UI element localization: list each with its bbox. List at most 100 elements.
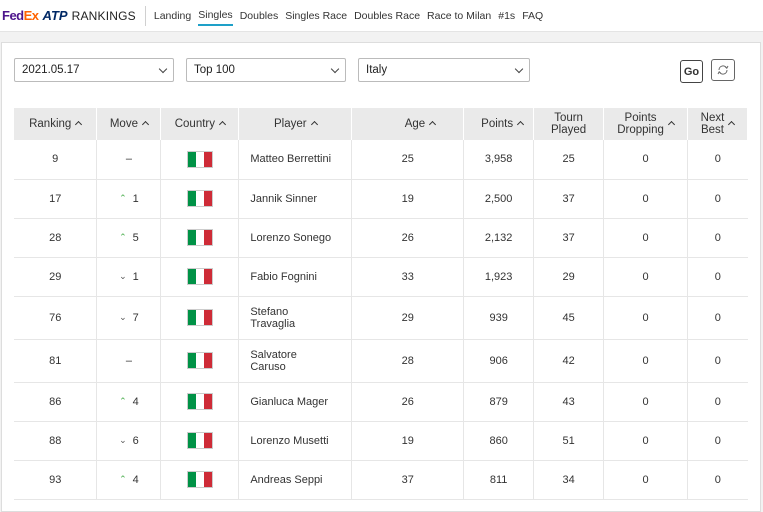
next-best-cell: 0 <box>687 218 748 258</box>
player-name[interactable]: Fabio Fognini <box>250 271 317 283</box>
column-header-next-best[interactable]: Next Best <box>687 108 748 140</box>
table-row[interactable]: 93 ⌃ 4 Andreas Seppi 37 811 34 0 0 <box>14 460 748 500</box>
move-cell: ⌄ 1 <box>96 257 162 297</box>
table-row[interactable]: 81– Salvatore Caruso 28 906 42 0 0 <box>14 339 748 383</box>
tourn-played-cell[interactable]: 42 <box>533 339 605 383</box>
italy-flag-icon[interactable] <box>186 393 213 410</box>
tourn-played-cell[interactable]: 37 <box>533 218 605 258</box>
italy-flag-icon[interactable] <box>186 309 213 326</box>
sort-up-icon <box>429 120 437 129</box>
logo-ex-text: Ex <box>23 8 39 23</box>
country-select[interactable]: Italy <box>358 58 530 82</box>
column-header-tourn-played[interactable]: Tourn Played <box>533 108 605 140</box>
date-select[interactable]: 2021.05.17 <box>14 58 174 82</box>
nav-link-doubles[interactable]: Doubles <box>240 7 279 25</box>
points-dropping-cell: 0 <box>603 382 689 422</box>
player-cell[interactable]: Andreas Seppi <box>238 460 353 500</box>
points-cell[interactable]: 879 <box>463 382 535 422</box>
tourn-played-cell[interactable]: 25 <box>533 140 605 180</box>
italy-flag-icon[interactable] <box>186 471 213 488</box>
points-cell[interactable]: 3,958 <box>463 140 535 180</box>
nav-link-doubles-race[interactable]: Doubles Race <box>354 7 420 25</box>
player-name-line-2[interactable]: Caruso <box>250 361 285 373</box>
column-header-age[interactable]: Age <box>351 108 465 140</box>
player-name[interactable]: Andreas Seppi <box>250 474 322 486</box>
nav-link-landing[interactable]: Landing <box>154 7 191 25</box>
tourn-played-cell[interactable]: 45 <box>533 296 605 340</box>
player-cell[interactable]: Stefano Travaglia <box>238 296 353 340</box>
table-row[interactable]: 76 ⌄ 7 Stefano Travaglia 29 939 45 0 0 <box>14 296 748 340</box>
italy-flag-icon[interactable] <box>186 150 213 168</box>
table-row[interactable]: 17 ⌃ 1 Jannik Sinner 19 2,500 37 0 0 <box>14 179 748 219</box>
nav-link-faq[interactable]: FAQ <box>522 7 543 25</box>
italy-flag-icon[interactable] <box>186 190 213 207</box>
move-cell: ⌄ 7 <box>96 296 162 340</box>
column-header-points-dropping[interactable]: Points Dropping <box>603 108 689 140</box>
tourn-played-cell[interactable]: 34 <box>533 460 605 500</box>
points-cell[interactable]: 1,923 <box>463 257 535 297</box>
italy-flag-icon[interactable] <box>186 268 213 285</box>
next-best-cell: 0 <box>687 296 748 340</box>
player-cell[interactable]: Gianluca Mager <box>238 382 353 422</box>
points-cell[interactable]: 860 <box>463 421 535 461</box>
chevron-down-icon <box>330 64 340 73</box>
move-up-icon: ⌃ <box>119 193 127 204</box>
points-cell[interactable]: 2,132 <box>463 218 535 258</box>
column-header-move[interactable]: Move <box>96 108 162 140</box>
table-row[interactable]: 88 ⌄ 6 Lorenzo Musetti 19 860 51 0 0 <box>14 421 748 461</box>
header-label: Move <box>109 118 138 130</box>
player-name[interactable]: Lorenzo Sonego <box>250 232 331 244</box>
player-name[interactable]: Salvatore <box>250 349 296 361</box>
move-value: – <box>125 153 132 166</box>
tourn-played-cell[interactable]: 43 <box>533 382 605 422</box>
go-button[interactable]: Go <box>680 60 703 83</box>
rank-cell: 76 <box>14 296 98 340</box>
tourn-played-cell[interactable]: 37 <box>533 179 605 219</box>
chevron-down-icon <box>158 64 168 73</box>
column-header-points[interactable]: Points <box>463 108 535 140</box>
reset-button[interactable] <box>711 59 735 81</box>
points-cell[interactable]: 906 <box>463 339 535 383</box>
header-label: Points <box>481 118 514 130</box>
italy-flag-icon[interactable] <box>186 229 213 246</box>
logo-rankings-text: RANKINGS <box>71 8 136 23</box>
table-row[interactable]: 28 ⌃ 5 Lorenzo Sonego 26 2,132 37 0 0 <box>14 218 748 258</box>
table-row[interactable]: 9– Matteo Berrettini 25 3,958 25 0 0 <box>14 140 748 180</box>
column-header-player[interactable]: Player <box>238 108 353 140</box>
italy-flag-icon[interactable] <box>186 352 213 369</box>
player-name[interactable]: Lorenzo Musetti <box>250 435 328 447</box>
points-cell[interactable]: 2,500 <box>463 179 535 219</box>
column-header-country[interactable]: Country <box>160 108 240 140</box>
player-cell[interactable]: Lorenzo Musetti <box>238 421 353 461</box>
nav-link-race-to-milan[interactable]: Race to Milan <box>427 7 491 25</box>
tourn-played-cell[interactable]: 51 <box>533 421 605 461</box>
move-value: 4 <box>132 395 139 408</box>
player-name-line-2[interactable]: Travaglia <box>250 318 295 330</box>
nav-link-singles-race[interactable]: Singles Race <box>285 7 347 25</box>
table-row[interactable]: 86 ⌃ 4 Gianluca Mager 26 879 43 0 0 <box>14 382 748 422</box>
move-value: 1 <box>132 270 139 283</box>
player-cell[interactable]: Salvatore Caruso <box>238 339 353 383</box>
points-cell[interactable]: 939 <box>463 296 535 340</box>
nav-link-number-ones[interactable]: #1s <box>498 7 515 25</box>
range-select[interactable]: Top 100 <box>186 58 346 82</box>
column-header-ranking[interactable]: Ranking <box>14 108 98 140</box>
fedex-atp-rankings-logo[interactable]: Fed Ex ATP RANKINGS <box>2 0 136 32</box>
player-name[interactable]: Jannik Sinner <box>250 193 317 205</box>
points-cell[interactable]: 811 <box>463 460 535 500</box>
player-name[interactable]: Gianluca Mager <box>250 396 328 408</box>
logo-fed-text: Fed <box>2 8 24 23</box>
tourn-played-cell[interactable]: 29 <box>533 257 605 297</box>
move-cell: ⌄ 6 <box>96 421 162 461</box>
italy-flag-icon[interactable] <box>186 432 213 449</box>
player-name[interactable]: Stefano <box>250 306 288 318</box>
header-label: Ranking <box>29 118 72 130</box>
player-cell[interactable]: Lorenzo Sonego <box>238 218 353 258</box>
player-cell[interactable]: Matteo Berrettini <box>238 140 353 180</box>
player-cell[interactable]: Jannik Sinner <box>238 179 353 219</box>
table-row[interactable]: 29 ⌄ 1 Fabio Fognini 33 1,923 29 0 0 <box>14 257 748 297</box>
player-name[interactable]: Matteo Berrettini <box>250 153 331 165</box>
player-cell[interactable]: Fabio Fognini <box>238 257 353 297</box>
rank-cell: 28 <box>14 218 98 258</box>
nav-link-singles[interactable]: Singles <box>198 6 233 26</box>
